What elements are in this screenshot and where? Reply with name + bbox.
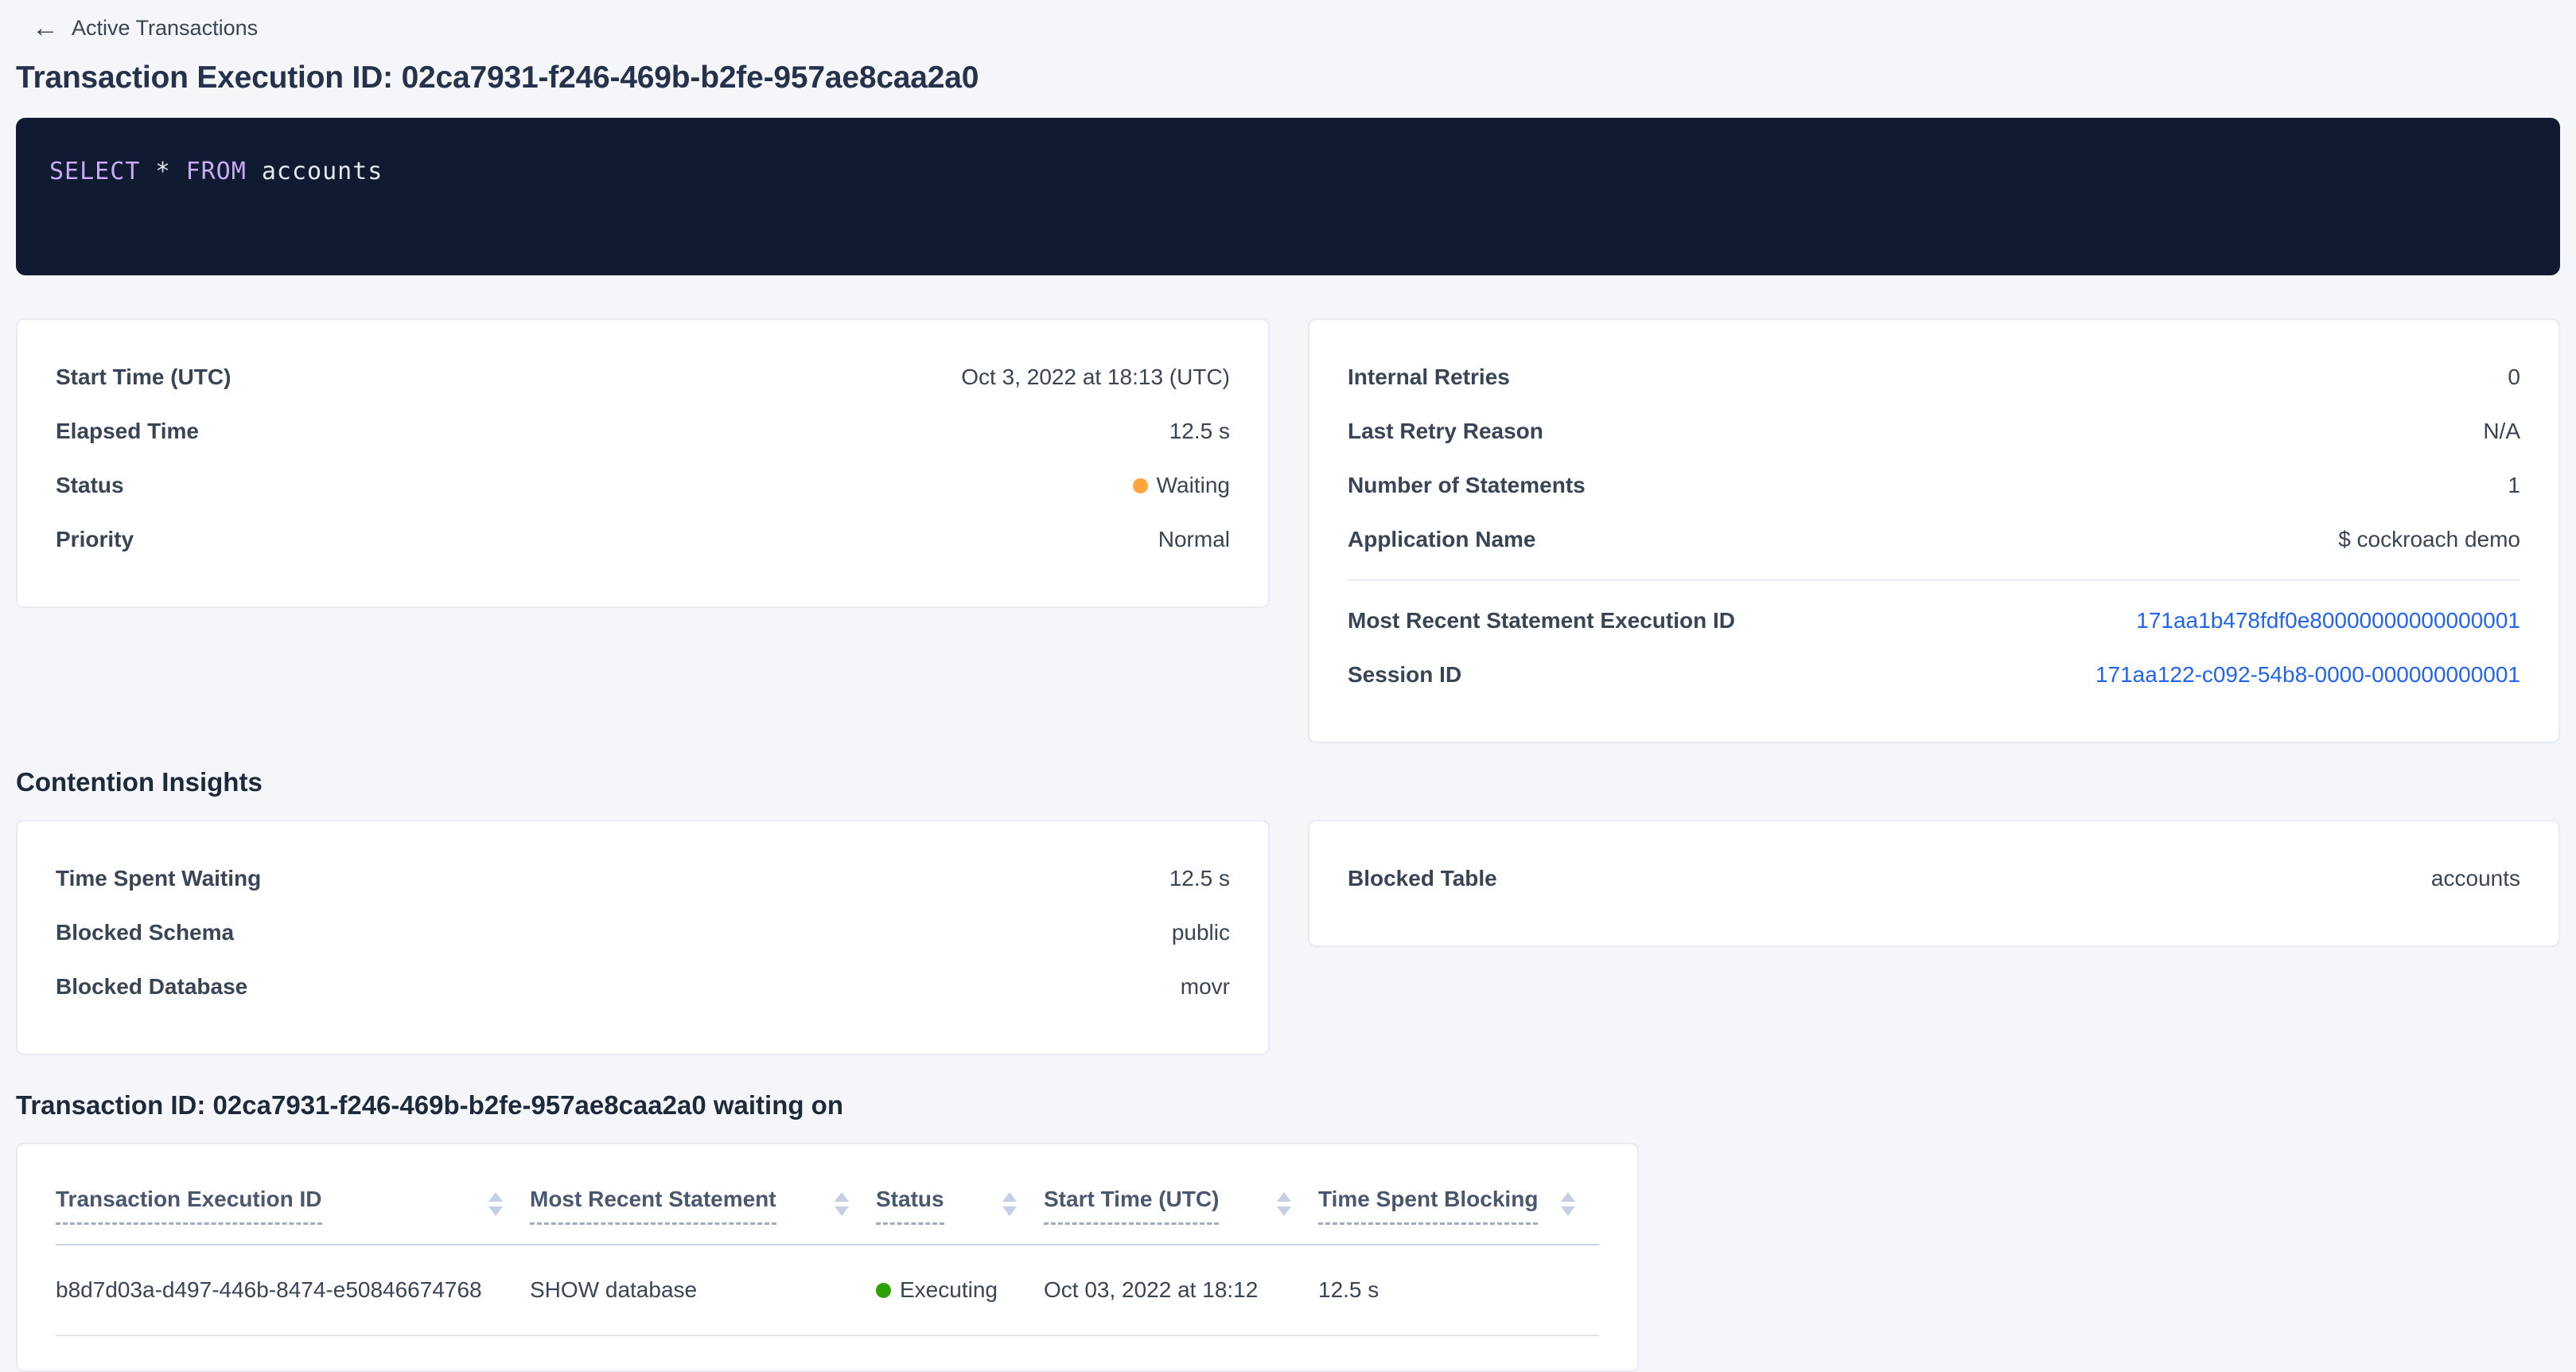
- card-divider: [1348, 579, 2520, 581]
- row-value: 12.5 s: [1169, 418, 1230, 445]
- details-row-statement-execution-id: Most Recent Statement Execution ID 171aa…: [1348, 594, 2520, 648]
- row-label: Start Time (UTC): [56, 364, 231, 391]
- column-header-label: Status: [876, 1186, 944, 1225]
- summary-row-priority: Priority Normal: [56, 513, 1230, 567]
- cell-transaction-execution-id: b8d7d03a-d497-446b-8474-e50846674768: [56, 1245, 530, 1335]
- details-row-session-id: Session ID 171aa122-c092-54b8-0000-00000…: [1348, 648, 2520, 702]
- session-id-link[interactable]: 171aa122-c092-54b8-0000-000000000001: [2095, 661, 2520, 688]
- table-header-row: Transaction Execution ID Most Recent Sta…: [56, 1144, 1599, 1245]
- back-arrow-icon: ←: [32, 14, 59, 41]
- sql-keyword: SELECT: [49, 158, 140, 185]
- status-value: Waiting: [1133, 472, 1230, 499]
- row-value: public: [1172, 919, 1230, 946]
- contention-cards-row: Time Spent Waiting 12.5 s Blocked Schema…: [16, 820, 2560, 1055]
- row-label: Number of Statements: [1348, 472, 1586, 499]
- sql-statement-box: SELECT * FROM accounts: [16, 118, 2560, 275]
- row-label: Session ID: [1348, 661, 1461, 688]
- row-label: Most Recent Statement Execution ID: [1348, 607, 1735, 634]
- status-value: Executing: [876, 1277, 998, 1303]
- summary-row-start-time: Start Time (UTC) Oct 3, 2022 at 18:13 (U…: [56, 350, 1230, 404]
- contention-row-blocked-schema: Blocked Schema public: [56, 906, 1230, 960]
- row-label: Elapsed Time: [56, 418, 199, 445]
- status-executing-dot-icon: [876, 1283, 891, 1298]
- row-label: Internal Retries: [1348, 364, 1510, 391]
- cell-time-spent-blocking: 12.5 s: [1318, 1245, 1602, 1335]
- row-value: Oct 3, 2022 at 18:13 (UTC): [961, 364, 1230, 391]
- sort-icon[interactable]: [835, 1192, 849, 1216]
- row-value: 1: [2508, 472, 2520, 499]
- transaction-details-card: Internal Retries 0 Last Retry Reason N/A…: [1308, 318, 2560, 743]
- transaction-summary-card: Start Time (UTC) Oct 3, 2022 at 18:13 (U…: [16, 318, 1270, 608]
- row-label: Blocked Schema: [56, 919, 234, 946]
- row-value: $ cockroach demo: [2338, 526, 2520, 553]
- contention-waiting-card: Time Spent Waiting 12.5 s Blocked Schema…: [16, 820, 1270, 1055]
- sort-icon[interactable]: [1002, 1192, 1017, 1216]
- row-label: Blocked Database: [56, 973, 247, 1000]
- column-header-label: Time Spent Blocking: [1318, 1186, 1538, 1225]
- details-row-last-retry-reason: Last Retry Reason N/A: [1348, 404, 2520, 458]
- row-label: Application Name: [1348, 526, 1535, 553]
- summary-row-elapsed-time: Elapsed Time 12.5 s: [56, 404, 1230, 458]
- sort-icon[interactable]: [1561, 1192, 1575, 1216]
- summary-cards-row: Start Time (UTC) Oct 3, 2022 at 18:13 (U…: [16, 318, 2560, 743]
- row-value: 12.5 s: [1169, 865, 1230, 892]
- cell-status: Executing: [876, 1245, 1044, 1335]
- waiting-on-heading: Transaction ID: 02ca7931-f246-469b-b2fe-…: [16, 1090, 2560, 1121]
- row-value: 0: [2508, 364, 2520, 391]
- back-link-label: Active Transactions: [72, 16, 258, 41]
- row-label: Time Spent Waiting: [56, 865, 261, 892]
- column-header-most-recent-statement[interactable]: Most Recent Statement: [530, 1186, 876, 1244]
- column-header-time-spent-blocking[interactable]: Time Spent Blocking: [1318, 1186, 1602, 1244]
- column-header-status[interactable]: Status: [876, 1186, 1044, 1244]
- sql-keyword: FROM: [186, 158, 247, 185]
- sort-icon[interactable]: [1277, 1192, 1291, 1216]
- contention-insights-heading: Contention Insights: [16, 767, 2560, 797]
- column-header-start-time[interactable]: Start Time (UTC): [1044, 1186, 1318, 1244]
- row-label: Status: [56, 472, 124, 499]
- row-value: Normal: [1158, 526, 1230, 553]
- row-value: movr: [1181, 973, 1230, 1000]
- table-row: b8d7d03a-d497-446b-8474-e50846674768 SHO…: [56, 1245, 1599, 1336]
- statement-execution-id-link[interactable]: 171aa1b478fdf0e80000000000000001: [2136, 607, 2520, 634]
- transaction-details-page: ← Active Transactions Transaction Execut…: [0, 0, 2576, 1372]
- contention-row-time-spent-waiting: Time Spent Waiting 12.5 s: [56, 852, 1230, 906]
- column-header-transaction-execution-id[interactable]: Transaction Execution ID: [56, 1186, 530, 1244]
- details-row-statement-count: Number of Statements 1: [1348, 458, 2520, 513]
- contention-row-blocked-table: Blocked Table accounts: [1348, 852, 2520, 906]
- sort-icon[interactable]: [488, 1192, 503, 1216]
- sql-star: *: [155, 158, 170, 185]
- sql-table-name: accounts: [262, 158, 383, 185]
- details-row-internal-retries: Internal Retries 0: [1348, 350, 2520, 404]
- contention-row-blocked-database: Blocked Database movr: [56, 960, 1230, 1014]
- row-value: N/A: [2483, 418, 2520, 445]
- column-header-label: Most Recent Statement: [530, 1186, 776, 1225]
- column-header-label: Transaction Execution ID: [56, 1186, 322, 1225]
- status-waiting-dot-icon: [1133, 478, 1148, 493]
- cell-most-recent-statement: SHOW database: [530, 1245, 876, 1335]
- row-value: accounts: [2431, 865, 2520, 892]
- summary-row-status: Status Waiting: [56, 458, 1230, 513]
- column-header-label: Start Time (UTC): [1044, 1186, 1219, 1225]
- cell-start-time: Oct 03, 2022 at 18:12: [1044, 1245, 1318, 1335]
- status-text: Waiting: [1157, 472, 1230, 499]
- row-label: Priority: [56, 526, 134, 553]
- status-text: Executing: [900, 1277, 998, 1303]
- back-link[interactable]: ← Active Transactions: [32, 14, 258, 41]
- contention-blocked-table-card: Blocked Table accounts: [1308, 820, 2560, 947]
- page-title: Transaction Execution ID: 02ca7931-f246-…: [16, 60, 2560, 95]
- row-label: Blocked Table: [1348, 865, 1497, 892]
- row-label: Last Retry Reason: [1348, 418, 1543, 445]
- details-row-application-name: Application Name $ cockroach demo: [1348, 513, 2520, 567]
- waiting-on-table: Transaction Execution ID Most Recent Sta…: [16, 1143, 1639, 1372]
